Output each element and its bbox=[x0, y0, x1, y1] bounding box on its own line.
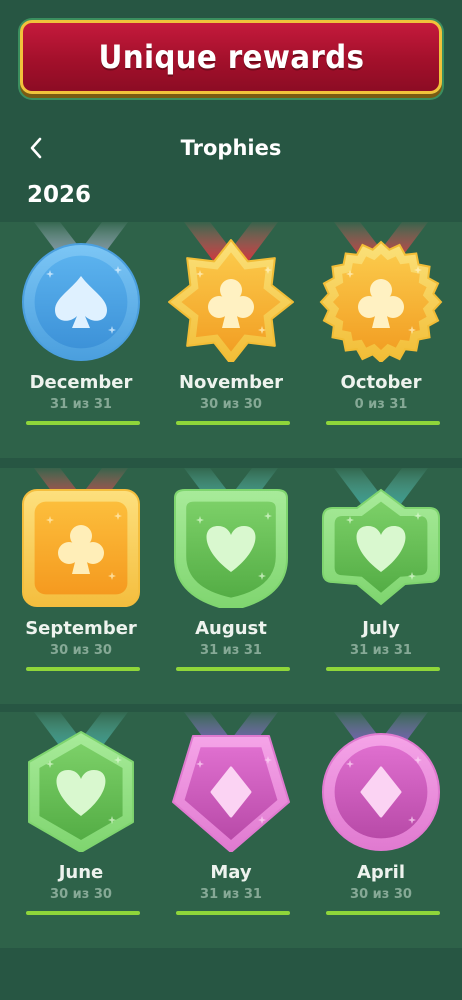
trophy-month-label: April bbox=[356, 862, 406, 883]
trophy-card-september[interactable]: September 30 из 30 bbox=[6, 468, 156, 698]
trophy-month-label: October bbox=[340, 372, 422, 393]
trophy-medal-icon bbox=[174, 468, 288, 608]
trophy-card-october[interactable]: October 0 из 31 bbox=[306, 222, 456, 452]
trophy-medal-icon bbox=[172, 712, 290, 852]
trophy-card-november[interactable]: November 30 из 30 bbox=[156, 222, 306, 452]
trophy-medal-icon bbox=[322, 468, 440, 606]
trophy-progress-text: 30 из 30 bbox=[200, 397, 262, 412]
trophy-progress-text: 31 из 31 bbox=[200, 643, 262, 658]
unique-rewards-banner[interactable]: Unique rewards bbox=[18, 18, 444, 100]
trophy-medal-icon bbox=[319, 222, 443, 362]
trophy-progress-text: 0 из 31 bbox=[354, 397, 408, 412]
trophy-month-label: December bbox=[29, 372, 133, 393]
trophy-progress-bar bbox=[26, 421, 140, 425]
trophy-progress-text: 30 из 30 bbox=[50, 887, 112, 902]
banner-text: Unique rewards bbox=[98, 38, 364, 76]
trophy-card-july[interactable]: July 31 из 31 bbox=[306, 468, 456, 698]
trophy-progress-text: 31 из 31 bbox=[200, 887, 262, 902]
trophy-progress-bar bbox=[26, 911, 140, 915]
trophy-progress-bar bbox=[176, 911, 290, 915]
trophy-medal-icon bbox=[22, 222, 140, 361]
trophy-month-label: June bbox=[58, 862, 104, 883]
trophy-progress-bar bbox=[26, 667, 140, 671]
trophy-progress-text: 31 из 31 bbox=[50, 397, 112, 412]
trophy-month-label: May bbox=[210, 862, 252, 883]
trophy-progress-text: 30 из 30 bbox=[350, 887, 412, 902]
trophy-progress-bar bbox=[176, 421, 290, 425]
trophy-card-may[interactable]: May 31 из 31 bbox=[156, 712, 306, 942]
trophy-progress-bar bbox=[326, 667, 440, 671]
trophy-medal-icon bbox=[28, 712, 134, 852]
trophy-progress-bar bbox=[326, 421, 440, 425]
trophy-month-label: July bbox=[362, 618, 400, 639]
trophy-medal-icon bbox=[322, 712, 440, 851]
trophy-medal-icon bbox=[168, 222, 294, 362]
trophy-card-june[interactable]: June 30 из 30 bbox=[6, 712, 156, 942]
trophy-progress-bar bbox=[176, 667, 290, 671]
trophy-month-label: November bbox=[178, 372, 284, 393]
trophy-medal-icon bbox=[22, 468, 140, 607]
trophy-progress-bar bbox=[326, 911, 440, 915]
trophy-card-august[interactable]: August 31 из 31 bbox=[156, 468, 306, 698]
trophy-card-april[interactable]: April 30 из 30 bbox=[306, 712, 456, 942]
page-title: Trophies bbox=[180, 136, 282, 160]
trophy-card-december[interactable]: December 31 из 31 bbox=[6, 222, 156, 452]
year-heading: 2026 bbox=[27, 182, 92, 208]
trophy-month-label: August bbox=[195, 618, 267, 639]
trophy-progress-text: 31 из 31 bbox=[350, 643, 412, 658]
banner-inner: Unique rewards bbox=[20, 20, 442, 94]
trophy-progress-text: 30 из 30 bbox=[50, 643, 112, 658]
trophy-month-label: September bbox=[25, 618, 137, 639]
